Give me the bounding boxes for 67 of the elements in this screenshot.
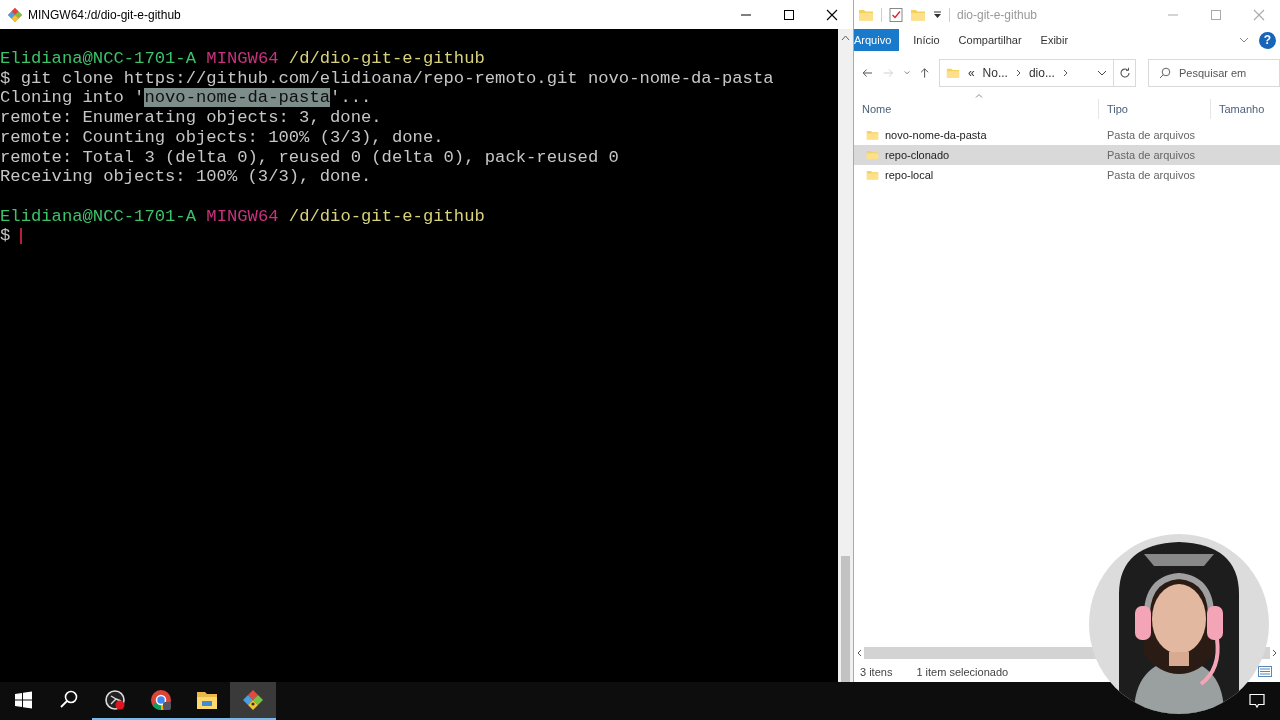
close-icon [1251,8,1266,21]
terminal-line: $ git clone https://github.com/elidioana/repo-remoto.git novo-nome-da-pasta [0,68,774,89]
terminal-line: remote: Enumerating objects: 3, done. [0,108,382,128]
forward-arrow-icon [882,67,894,79]
terminal-line: remote: Total 3 (delta 0), reused 0 (delta 0), pack-reused 0 [0,147,619,168]
terminal-line: remote: Counting objects: 100% (3/3), done. [0,127,444,148]
folder-icon [866,148,879,162]
chevron-down-icon[interactable] [1097,70,1108,76]
terminal-line: Cloning into 'novo-nome-da-pasta'... [0,88,372,109]
browser-icon [150,689,172,711]
file-type: Pasta de arquivos [1106,169,1196,181]
file-type: Pasta de arquivos [1106,149,1196,161]
breadcrumb-item[interactable]: dio... [1028,66,1055,80]
git-logo-icon [8,7,22,22]
address-bar[interactable]: « No... dio... [938,59,1115,87]
breadcrumb-item[interactable]: No... [982,66,1008,80]
maximize-icon [781,8,796,21]
item-count: 3 itens [860,665,893,678]
close-icon [824,8,839,21]
terminal-line: Elidiana@NCC-1701-A MINGW64 /d/dio-git-e-github [0,49,485,69]
ribbon-tab[interactable]: Compartilhar [958,29,1041,51]
maximize-icon [1208,8,1223,21]
up-arrow-icon[interactable] [919,66,929,80]
expand-icon[interactable] [1239,37,1249,43]
column-header[interactable]: Tamanho [1210,99,1280,119]
scrollbar[interactable] [838,29,853,682]
file-type: Pasta de arquivos [1106,129,1196,141]
ribbon-tab[interactable]: Início [913,29,959,51]
prompt-symbol: $ [0,226,11,246]
file-name: novo-nome-da-pasta [885,129,987,141]
ribbon-tab[interactable]: Arquivo [854,29,900,51]
file-row[interactable]: repo-clonado Pasta de arquivos [854,145,1280,165]
chat-bubble-icon [1249,693,1265,709]
search-input[interactable]: Pesquisar em [1179,67,1279,79]
scrollbar-thumb[interactable] [841,556,850,682]
refresh-icon [1118,67,1131,79]
scroll-left-icon [856,649,862,657]
scroll-up-icon [841,35,850,41]
overflow-crumb[interactable]: « [967,66,975,80]
back-arrow-icon[interactable] [862,67,873,79]
terminal-line: Elidiana@NCC-1701-A MINGW64 /d/dio-git-e-github [0,205,485,227]
file-name: repo-local [885,169,934,181]
refresh-button[interactable] [1114,59,1136,87]
window-title: dio-git-e-github [957,7,1038,22]
column-header[interactable]: Nome [854,99,1098,119]
search-icon [1159,67,1171,79]
file-row[interactable]: novo-nome-da-pasta Pasta de arquivos [854,125,1280,145]
chevron-right-icon [1015,69,1021,77]
help-button[interactable]: ? [1259,31,1276,49]
chevron-right-icon [1062,69,1068,77]
window-title: MINGW64:/d/dio-git-e-github [28,7,181,22]
properties-icon[interactable] [889,6,903,23]
file-row[interactable]: repo-local Pasta de arquivos [854,165,1280,185]
folder-icon [866,128,879,142]
windows-logo-icon [12,689,34,711]
dropdown-icon[interactable] [933,10,942,19]
record-icon [104,689,126,711]
folder-icon [866,168,879,182]
selection-status: 1 item selecionado [916,665,1009,678]
git-icon [242,689,264,711]
ribbon-tab[interactable]: Exibir [1040,29,1088,51]
search-field[interactable]: Pesquisar em [1148,59,1280,87]
file-name: repo-clonado [885,149,950,161]
terminal-line: Receiving objects: 100% (3/3), done. [0,167,372,187]
folder-icon [196,689,218,711]
column-header[interactable]: Tipo [1098,99,1210,119]
scroll-right-icon [1272,649,1278,657]
